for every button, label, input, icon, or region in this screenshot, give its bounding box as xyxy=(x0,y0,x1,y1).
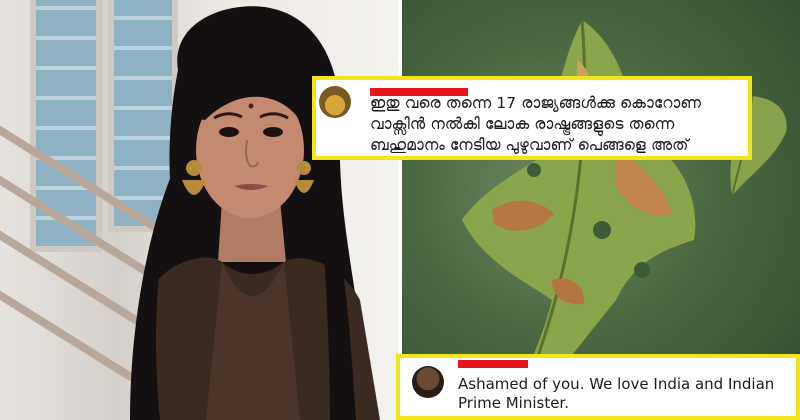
woman-portrait-photo xyxy=(0,0,398,420)
redacted-username xyxy=(458,360,528,368)
comment-box-english: Ashamed of you. We love India and Indian… xyxy=(396,354,800,420)
image-collage: ഇതു വരെ തന്നെ 17 രാജ്യങ്ങൾക്കു കൊറോണ വാക… xyxy=(0,0,800,420)
commenter-avatar xyxy=(412,366,444,398)
woman-figure xyxy=(130,6,380,420)
comment-text: Ashamed of you. We love India and Indian… xyxy=(458,375,775,412)
comment-box-malayalam: ഇതു വരെ തന്നെ 17 രാജ്യങ്ങൾക്കു കൊറോണ വാക… xyxy=(312,76,752,160)
commenter-avatar xyxy=(319,86,351,118)
comment-text: ഇതു വരെ തന്നെ 17 രാജ്യങ്ങൾക്കു കൊറോണ വാക… xyxy=(370,94,701,154)
